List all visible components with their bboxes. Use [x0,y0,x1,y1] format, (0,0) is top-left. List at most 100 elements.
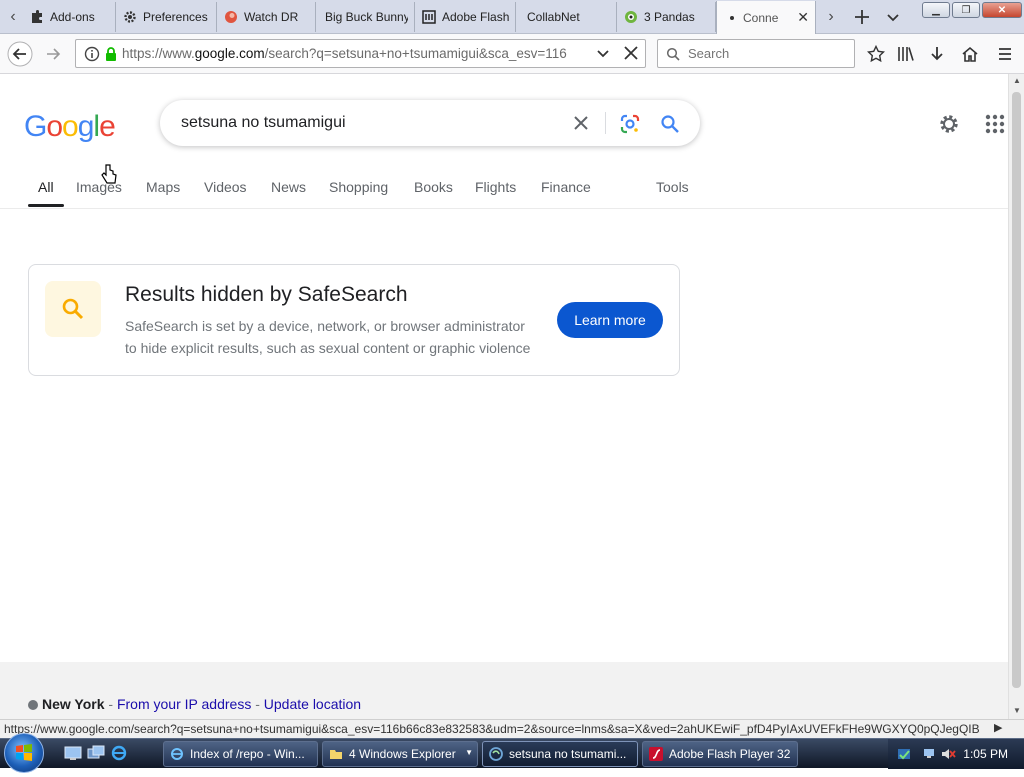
tab-label: 3 Pandas [644,10,695,24]
status-url: https://www.google.com/search?q=setsuna+… [4,722,980,736]
system-tray: 1:05 PM [888,739,1024,769]
taskbar-item-label: Adobe Flash Player 32 [669,747,791,761]
tab-big-buck-bunny[interactable]: Big Buck Bunny [317,2,415,32]
tab-finance[interactable]: Finance [541,179,591,195]
action-center-icon[interactable] [896,746,912,767]
url-text[interactable]: https://www.google.com/search?q=setsuna+… [122,46,588,61]
tab-3-pandas[interactable]: 3 Pandas [618,2,716,32]
close-window-button[interactable]: ✕ [982,2,1022,18]
loading-dot-icon [729,11,737,25]
clock[interactable]: 1:05 PM [963,747,1008,761]
flash-icon [649,747,663,761]
restore-button[interactable]: ❐ [952,2,980,18]
tab-preferences[interactable]: Preferences [117,2,217,32]
firefox-icon [489,747,503,761]
globe-icon [224,10,238,24]
search-icon[interactable] [658,112,682,136]
switch-windows-icon[interactable] [87,745,105,761]
tab-label: Adobe Flash [442,10,509,24]
internet-explorer-icon[interactable] [110,745,128,761]
clear-search-icon[interactable] [570,112,592,134]
tab-label: Conne [743,10,779,25]
tab-adobe-flash[interactable]: Adobe Flash [416,2,516,32]
location-city: New York [42,696,105,712]
scrollbar-thumb[interactable] [1012,92,1021,688]
new-tab-icon[interactable] [853,0,871,34]
search-query[interactable]: setsuna no tsumamigui [181,114,346,132]
url-suffix: /search?q=setsuna+no+tsumamigui&sca_esv=… [264,46,567,61]
learn-more-button[interactable]: Learn more [557,302,663,338]
tools-button[interactable]: Tools [656,179,689,195]
tab-books[interactable]: Books [414,179,453,195]
active-tab-indicator [28,204,64,207]
tab-shopping[interactable]: Shopping [329,179,388,195]
tab-watch-dr[interactable]: Watch DR [218,2,316,32]
list-all-tabs-icon[interactable] [886,0,900,34]
volume-muted-icon[interactable] [940,746,956,767]
scroll-up-icon[interactable]: ▲ [1013,76,1021,85]
show-desktop-icon[interactable] [64,745,82,761]
menu-hamburger-icon[interactable] [991,40,1019,68]
google-logo[interactable]: Google [24,110,116,144]
start-button[interactable] [4,733,44,773]
tab-label: CollabNet [527,10,580,24]
chevron-down-icon[interactable] [596,46,610,60]
tab-label: Big Buck Bunny [325,10,408,24]
search-type-tabs: All Images Maps Videos News Shopping Boo… [0,174,1008,209]
location-dot-icon [28,700,38,710]
taskbar-item-flash-player[interactable]: Adobe Flash Player 32 [642,741,798,767]
scroll-down-icon[interactable]: ▼ [1013,706,1021,715]
close-tab-icon[interactable]: ✕ [791,9,809,26]
network-icon[interactable] [922,746,938,767]
desc-line-1: SafeSearch is set by a device, network, … [125,318,525,334]
tab-collabnet[interactable]: CollabNet [517,2,617,32]
page-content: Google setsuna no tsumamigui All Images … [0,74,1008,719]
tab-all[interactable]: All [38,179,54,195]
vertical-scrollbar[interactable]: ▲ ▼ [1008,74,1024,719]
url-bar[interactable]: https://www.google.com/search?q=setsuna+… [75,39,646,68]
tab-videos[interactable]: Videos [204,179,247,195]
ie-icon [170,747,184,761]
taskbar-item-explorer-repo[interactable]: Index of /repo - Win... [163,741,318,767]
taskbar-item-label: 4 Windows Explorer [349,747,456,761]
divider [605,112,606,134]
tabs-scroll-left-icon[interactable]: ‹ [2,0,24,34]
search-input[interactable] [686,45,840,62]
search-icon [666,47,680,61]
status-bar: https://www.google.com/search?q=setsuna+… [0,719,1024,738]
lock-icon[interactable] [104,46,118,62]
back-button[interactable] [6,40,34,68]
update-location-link[interactable]: Update location [264,696,361,712]
tabs-scroll-right-icon[interactable]: › [820,0,842,34]
navigation-toolbar: https://www.google.com/search?q=setsuna+… [0,34,1024,74]
google-apps-icon[interactable] [983,112,1007,136]
hand-cursor-icon [100,163,118,190]
taskbar-item-firefox[interactable]: setsuna no tsumami... [482,741,638,767]
safesearch-description: SafeSearch is set by a device, network, … [125,315,545,359]
info-icon[interactable] [84,46,100,62]
google-search-box[interactable]: setsuna no tsumamigui [160,100,700,146]
home-icon[interactable] [956,40,984,68]
stop-loading-icon[interactable] [623,45,639,61]
downloads-icon[interactable] [923,40,951,68]
google-lens-icon[interactable] [618,112,642,136]
tab-flights[interactable]: Flights [475,179,516,195]
forward-button[interactable] [40,40,68,68]
safesearch-notice-card: Results hidden by SafeSearch SafeSearch … [28,264,680,376]
url-prefix: https://www. [122,46,195,61]
ip-address-link[interactable]: From your IP address [117,696,251,712]
minimize-button[interactable]: ▁ [922,2,950,18]
scroll-right-icon[interactable]: ▶ [994,721,1002,734]
bookmark-star-icon[interactable] [862,40,890,68]
tab-addons[interactable]: Add-ons [24,2,116,32]
tab-maps[interactable]: Maps [146,179,180,195]
taskbar-item-windows-explorer[interactable]: 4 Windows Explorer ▼ [322,741,478,767]
search-bar[interactable] [657,39,855,68]
tab-connecting[interactable]: Conne ✕ [716,1,816,34]
location-line: New York - From your IP address - Update… [28,696,361,712]
settings-gear-icon[interactable] [936,111,962,137]
window-controls: ▁ ❐ ✕ [922,2,1022,18]
library-icon[interactable] [892,40,920,68]
desc-line-2: to hide explicit results, such as sexual… [125,340,531,356]
tab-news[interactable]: News [271,179,306,195]
